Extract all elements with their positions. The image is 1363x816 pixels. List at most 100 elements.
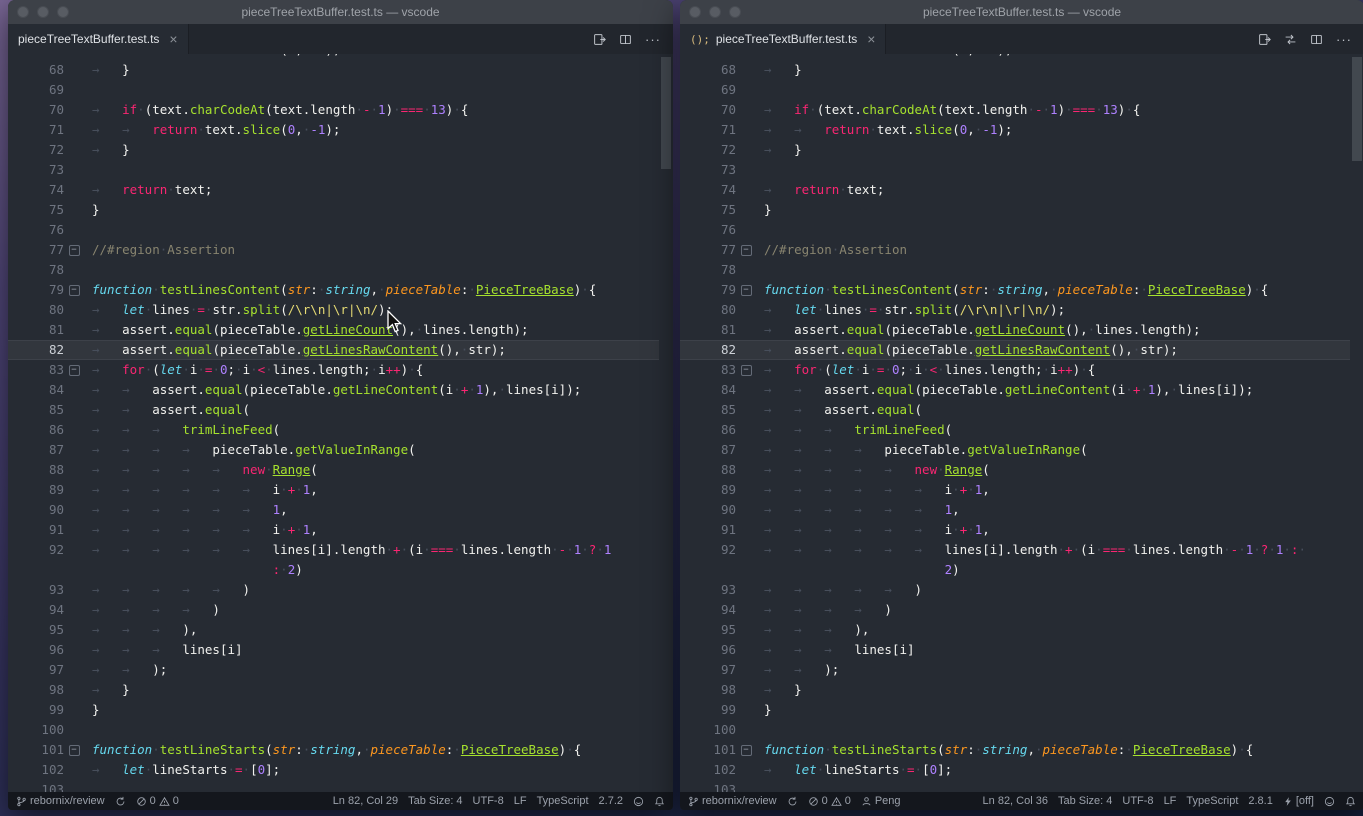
zoom-window-button[interactable] bbox=[729, 6, 741, 18]
code-line[interactable]: 102→ let·lineStarts·=·[0]; bbox=[680, 760, 1350, 780]
code-line[interactable]: 83−→ for·(let·i·=·0;·i·<·lines.length;·i… bbox=[680, 360, 1350, 380]
code-line[interactable]: 99} bbox=[680, 700, 1350, 720]
code-line[interactable]: 97→ → ); bbox=[680, 660, 1350, 680]
code-line[interactable]: 80→ let·lines·=·str.split(/\r\n|\r|\n/); bbox=[8, 300, 659, 320]
encoding-indicator[interactable]: UTF-8 bbox=[1122, 795, 1153, 807]
editor[interactable]: 67→ → text·=·text.slice(0,·-1);68→ }6970… bbox=[8, 54, 673, 792]
code-line[interactable]: 94→ → → → ) bbox=[680, 600, 1350, 620]
extension-off-status[interactable]: [off] bbox=[1283, 795, 1314, 807]
scrollbar[interactable] bbox=[659, 54, 673, 792]
titlebar[interactable]: pieceTreeTextBuffer.test.ts — vscode bbox=[8, 0, 673, 24]
branch-status[interactable]: rebornix/review bbox=[688, 795, 777, 807]
code-line[interactable]: 101−function·testLineStarts(str:·string,… bbox=[680, 740, 1350, 760]
live-share-status[interactable]: Peng bbox=[861, 795, 901, 807]
code-line[interactable]: 82→ assert.equal(pieceTable.getLinesRawC… bbox=[680, 340, 1350, 360]
close-window-button[interactable] bbox=[17, 6, 29, 18]
code-line[interactable]: 72→ } bbox=[8, 140, 659, 160]
zoom-window-button[interactable] bbox=[57, 6, 69, 18]
fold-icon[interactable]: − bbox=[64, 360, 84, 380]
code-wrapped-line[interactable]: :·2) bbox=[8, 560, 659, 580]
code-line[interactable]: 77−//#region·Assertion bbox=[8, 240, 659, 260]
language-indicator[interactable]: TypeScript bbox=[1186, 795, 1238, 807]
minimize-window-button[interactable] bbox=[709, 6, 721, 18]
code-line[interactable]: 100 bbox=[680, 720, 1350, 740]
code-line[interactable]: 68→ } bbox=[680, 60, 1350, 80]
problems-status[interactable]: 0 0 bbox=[808, 795, 851, 807]
more-actions-icon[interactable]: ··· bbox=[1336, 32, 1352, 47]
sync-status[interactable] bbox=[115, 796, 126, 807]
code-line[interactable]: 79−function·testLinesContent(str:·string… bbox=[680, 280, 1350, 300]
eol-indicator[interactable]: LF bbox=[1164, 795, 1177, 807]
split-editor-icon[interactable] bbox=[1310, 33, 1323, 46]
code-line[interactable]: 89→ → → → → → i·+·1, bbox=[680, 480, 1350, 500]
more-actions-icon[interactable]: ··· bbox=[645, 32, 661, 47]
fold-icon[interactable]: − bbox=[64, 240, 84, 260]
code-line[interactable]: 76 bbox=[8, 220, 659, 240]
code-line[interactable]: 75} bbox=[680, 200, 1350, 220]
editor[interactable]: 67→ → text·=·text.slice(0,·-1);68→ }6970… bbox=[680, 54, 1363, 792]
feedback-smiley-icon[interactable] bbox=[633, 796, 644, 807]
code-line[interactable]: 69 bbox=[680, 80, 1350, 100]
code-line[interactable]: 74→ return·text; bbox=[8, 180, 659, 200]
open-changes-icon[interactable] bbox=[1258, 33, 1271, 46]
code-line[interactable]: 69 bbox=[8, 80, 659, 100]
code-line[interactable]: 77−//#region·Assertion bbox=[680, 240, 1350, 260]
code-line[interactable]: 79−function·testLinesContent(str:·string… bbox=[8, 280, 659, 300]
code-line[interactable]: 99} bbox=[8, 700, 659, 720]
code-line[interactable]: 94→ → → → ) bbox=[8, 600, 659, 620]
code-line[interactable]: 87→ → → → pieceTable.getValueInRange( bbox=[680, 440, 1350, 460]
notifications-bell-icon[interactable] bbox=[654, 796, 665, 807]
tab-size-indicator[interactable]: Tab Size: 4 bbox=[1058, 795, 1112, 807]
code-line[interactable]: 96→ → → lines[i] bbox=[680, 640, 1350, 660]
code-line[interactable]: 92→ → → → → → lines[i].length·+·(i·===·l… bbox=[8, 540, 659, 560]
code-area[interactable]: 67→ → text·=·text.slice(0,·-1);68→ }6970… bbox=[8, 54, 659, 792]
language-indicator[interactable]: TypeScript bbox=[537, 795, 589, 807]
cursor-position[interactable]: Ln 82, Col 36 bbox=[983, 795, 1048, 807]
code-line[interactable]: 84→ → assert.equal(pieceTable.getLineCon… bbox=[680, 380, 1350, 400]
code-line[interactable]: 72→ } bbox=[680, 140, 1350, 160]
code-line[interactable]: 93→ → → → → ) bbox=[680, 580, 1350, 600]
code-line[interactable]: 88→ → → → → new·Range( bbox=[8, 460, 659, 480]
code-line[interactable]: 100 bbox=[8, 720, 659, 740]
fold-icon[interactable]: − bbox=[736, 280, 756, 300]
fold-icon[interactable]: − bbox=[64, 740, 84, 760]
code-line[interactable]: 71→ → return·text.slice(0,·-1); bbox=[680, 120, 1350, 140]
code-line[interactable]: 87→ → → → pieceTable.getValueInRange( bbox=[8, 440, 659, 460]
ts-version-indicator[interactable]: 2.8.1 bbox=[1248, 795, 1272, 807]
open-changes-icon[interactable] bbox=[593, 33, 606, 46]
code-line[interactable]: 85→ → assert.equal( bbox=[680, 400, 1350, 420]
code-line[interactable]: 81→ assert.equal(pieceTable.getLineCount… bbox=[680, 320, 1350, 340]
code-line[interactable]: 92→ → → → → → lines[i].length·+·(i·===·l… bbox=[680, 540, 1350, 560]
minimize-window-button[interactable] bbox=[37, 6, 49, 18]
code-line[interactable]: 95→ → → ), bbox=[680, 620, 1350, 640]
problems-status[interactable]: 0 0 bbox=[136, 795, 179, 807]
code-line[interactable]: 98→ } bbox=[8, 680, 659, 700]
code-line[interactable]: 93→ → → → → ) bbox=[8, 580, 659, 600]
code-line[interactable]: 90→ → → → → → 1, bbox=[8, 500, 659, 520]
titlebar[interactable]: pieceTreeTextBuffer.test.ts — vscode bbox=[680, 0, 1363, 24]
code-line[interactable]: 75} bbox=[8, 200, 659, 220]
code-line[interactable]: 68→ } bbox=[8, 60, 659, 80]
code-line[interactable]: 91→ → → → → → i·+·1, bbox=[8, 520, 659, 540]
code-line[interactable]: 84→ → assert.equal(pieceTable.getLineCon… bbox=[8, 380, 659, 400]
code-line[interactable]: 96→ → → lines[i] bbox=[8, 640, 659, 660]
code-line[interactable]: 81→ assert.equal(pieceTable.getLineCount… bbox=[8, 320, 659, 340]
code-wrapped-line[interactable]: 2) bbox=[680, 560, 1350, 580]
scrollbar-thumb[interactable] bbox=[661, 57, 671, 169]
code-line[interactable]: 98→ } bbox=[680, 680, 1350, 700]
code-line[interactable]: 86→ → → trimLineFeed( bbox=[680, 420, 1350, 440]
code-line[interactable]: 74→ return·text; bbox=[680, 180, 1350, 200]
code-line[interactable]: 95→ → → ), bbox=[8, 620, 659, 640]
compare-changes-icon[interactable] bbox=[1284, 33, 1297, 46]
encoding-indicator[interactable]: UTF-8 bbox=[473, 795, 504, 807]
code-line[interactable]: 103 bbox=[8, 780, 659, 792]
code-line[interactable]: 86→ → → trimLineFeed( bbox=[8, 420, 659, 440]
code-line[interactable]: 73 bbox=[8, 160, 659, 180]
code-line[interactable]: 103 bbox=[680, 780, 1350, 792]
fold-icon[interactable]: − bbox=[736, 360, 756, 380]
eol-indicator[interactable]: LF bbox=[514, 795, 527, 807]
tab-piecetreetextbuffer[interactable]: pieceTreeTextBuffer.test.ts × bbox=[8, 24, 189, 54]
scrollbar-thumb[interactable] bbox=[1352, 57, 1362, 161]
code-line[interactable]: 82→ assert.equal(pieceTable.getLinesRawC… bbox=[8, 340, 659, 360]
code-line[interactable]: 80→ let·lines·=·str.split(/\r\n|\r|\n/); bbox=[680, 300, 1350, 320]
